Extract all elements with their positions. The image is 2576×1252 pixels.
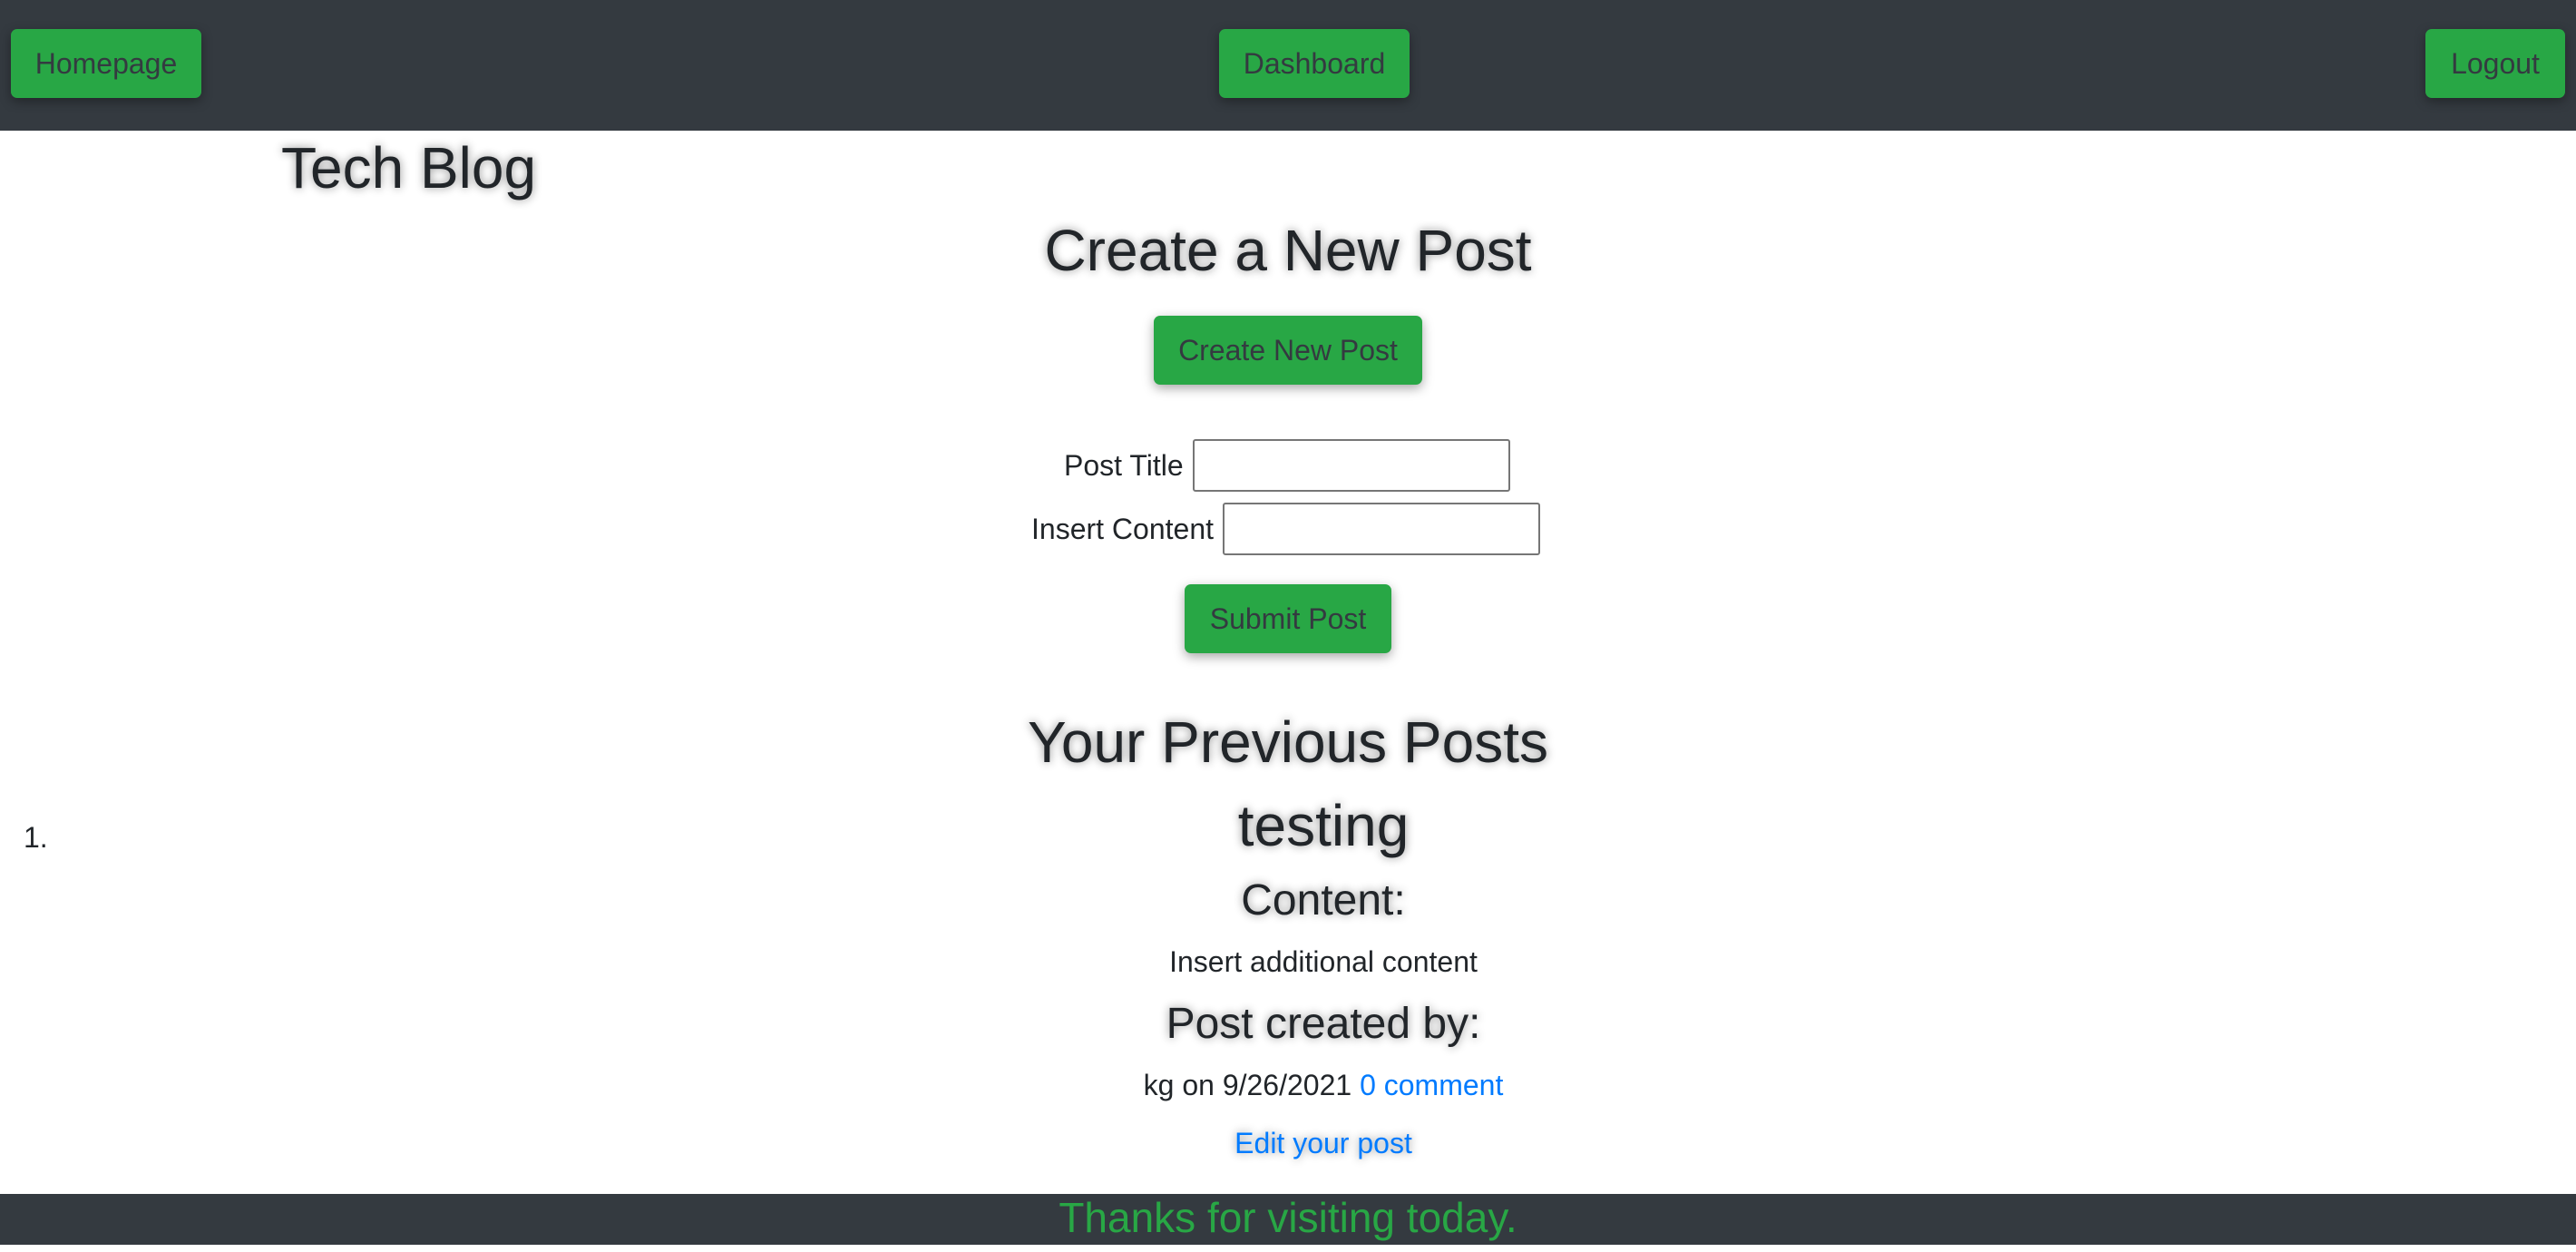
edit-post-link[interactable]: Edit your post: [1234, 1127, 1412, 1159]
navbar: Homepage Dashboard Logout: [0, 0, 2576, 131]
post-title: testing: [1237, 793, 1410, 858]
create-post-heading: Create a New Post: [1044, 218, 1532, 283]
create-new-post-button[interactable]: Create New Post: [1154, 316, 1422, 385]
post-content: Insert additional content: [1169, 945, 1478, 978]
dashboard-button[interactable]: Dashboard: [1219, 29, 1410, 98]
site-title: Tech Blog: [281, 135, 537, 201]
post-title-label: Post Title: [1064, 448, 1184, 482]
edit-post-row: Edit your post: [1142, 1125, 1505, 1161]
comments-link[interactable]: 0 comment: [1360, 1069, 1503, 1101]
post-title-input[interactable]: [1192, 439, 1510, 492]
post-meta: kg on 9/26/2021 0 comment: [1051, 1067, 1595, 1103]
content-row: Insert Content: [1031, 503, 1540, 555]
logout-button[interactable]: Logout: [2425, 29, 2565, 98]
list-item-number: 1.: [24, 821, 48, 854]
created-by-heading: Post created by:: [1166, 1000, 1481, 1048]
previous-posts-heading: Your Previous Posts: [1028, 709, 1548, 775]
author-date: kg on 9/26/2021: [1143, 1069, 1352, 1101]
post-title-row: Post Title: [1064, 439, 1510, 492]
content-label: Insert Content: [1031, 512, 1214, 545]
content-input[interactable]: [1223, 503, 1540, 555]
homepage-button[interactable]: Homepage: [11, 29, 201, 98]
content-heading: Content:: [1241, 876, 1406, 924]
footer-text: Thanks for visiting today.: [1059, 1194, 1517, 1241]
submit-post-button[interactable]: Submit Post: [1185, 584, 1391, 653]
